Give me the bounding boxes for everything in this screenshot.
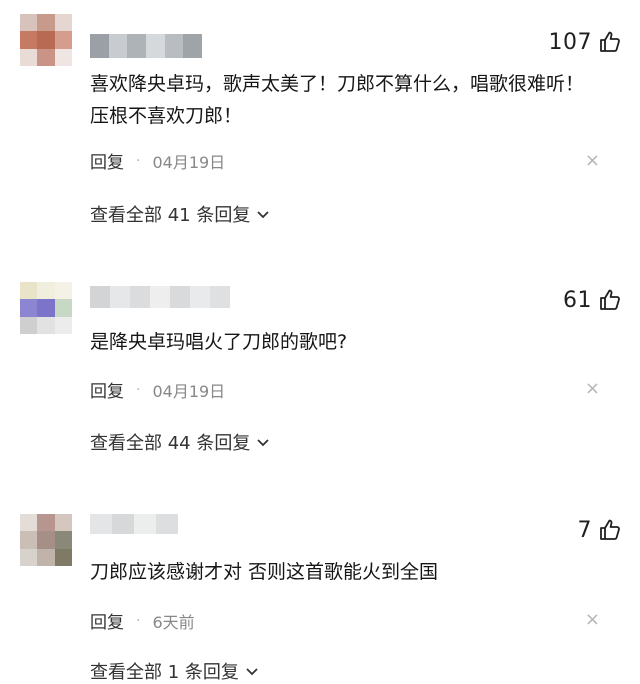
comment-meta: 回复 · 6天前: [90, 608, 195, 634]
avatar[interactable]: [20, 514, 72, 566]
username[interactable]: [90, 514, 178, 534]
like-group[interactable]: 61: [563, 285, 622, 315]
like-count: 61: [563, 287, 592, 313]
separator: ·: [136, 152, 141, 169]
thumbs-up-icon[interactable]: [598, 30, 622, 54]
like-count: 107: [548, 29, 592, 55]
like-count: 7: [577, 517, 592, 543]
view-all-replies[interactable]: 查看全部 1 条回复: [90, 658, 259, 684]
view-all-replies[interactable]: 查看全部 41 条回复: [90, 201, 270, 227]
view-all-label: 查看全部 41 条回复: [90, 205, 251, 226]
reply-button[interactable]: 回复: [90, 608, 124, 633]
comment-date: 04月19日: [152, 381, 226, 401]
reply-button[interactable]: 回复: [90, 377, 124, 402]
close-icon[interactable]: ×: [585, 611, 600, 629]
separator: ·: [136, 381, 141, 398]
like-group[interactable]: 7: [578, 515, 623, 545]
avatar[interactable]: [20, 14, 72, 66]
chevron-down-icon: [256, 204, 270, 225]
thumbs-up-icon[interactable]: [598, 288, 622, 312]
chevron-down-icon: [245, 661, 259, 682]
chevron-down-icon: [256, 432, 270, 453]
comment-date: 6天前: [152, 612, 195, 632]
view-all-label: 查看全部 44 条回复: [90, 433, 251, 454]
username[interactable]: [90, 286, 230, 308]
view-all-label: 查看全部 1 条回复: [90, 662, 239, 683]
separator: ·: [136, 612, 141, 629]
close-icon[interactable]: ×: [585, 152, 600, 170]
comment-text: 是降央卓玛唱火了刀郎的歌吧?: [90, 331, 348, 353]
comment-date: 04月19日: [152, 152, 226, 172]
comment-meta: 回复 · 04月19日: [90, 377, 226, 403]
comment-meta: 回复 · 04月19日: [90, 148, 226, 174]
comment-text: 刀郎应该感谢才对 否则这首歌能火到全国: [90, 561, 439, 583]
view-all-replies[interactable]: 查看全部 44 条回复: [90, 429, 270, 455]
reply-button[interactable]: 回复: [90, 148, 124, 173]
close-icon[interactable]: ×: [585, 380, 600, 398]
like-group[interactable]: 107: [549, 27, 623, 57]
username[interactable]: [90, 34, 203, 58]
comment-text: 喜欢降央卓玛，歌声太美了！刀郎不算什么，唱歌很难听！压根不喜欢刀郎！: [90, 73, 585, 127]
avatar[interactable]: [20, 282, 72, 334]
thumbs-up-icon[interactable]: [598, 518, 622, 542]
